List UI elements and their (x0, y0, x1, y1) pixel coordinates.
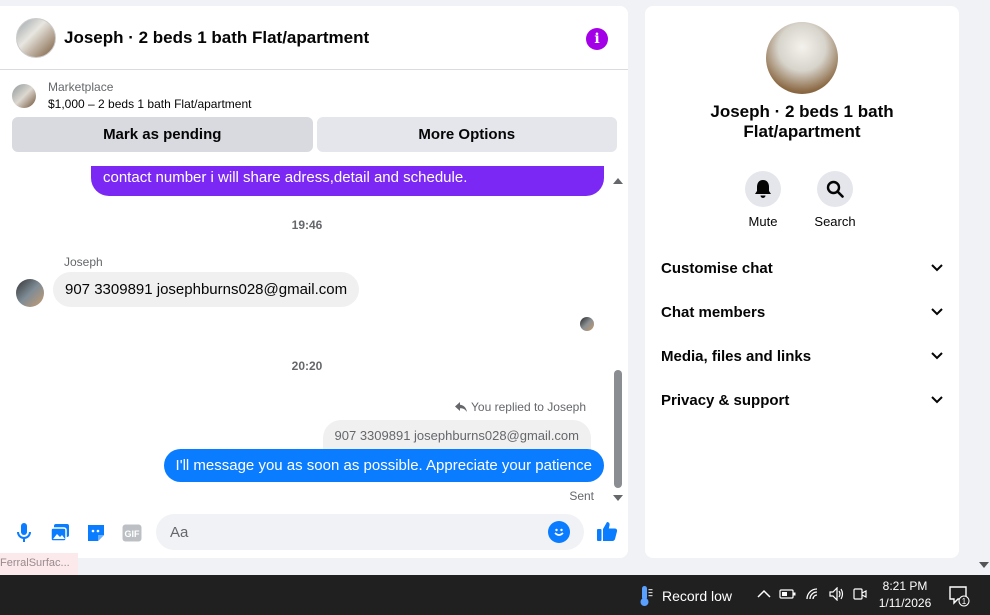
sticker-icon[interactable] (84, 521, 108, 545)
sender-avatar[interactable] (16, 279, 44, 307)
message-list: contact number i will share adress,detai… (0, 166, 628, 508)
message-scrollbar[interactable] (612, 176, 623, 501)
message-input[interactable] (170, 523, 548, 541)
more-options-button[interactable]: More Options (316, 117, 617, 152)
conversation-details-panel: Joseph · 2 beds 1 bath Flat/apartment Mu… (645, 6, 959, 558)
media-files-links-label: Media, files and links (661, 347, 812, 365)
customise-chat-item[interactable]: Customise chat (645, 246, 959, 290)
message-status: Sent (569, 489, 594, 503)
marketplace-label: Marketplace (48, 80, 114, 94)
reply-icon (455, 402, 468, 412)
battery-icon[interactable] (779, 588, 797, 600)
svg-text:GIF: GIF (125, 529, 141, 539)
timestamp: 19:46 (291, 218, 323, 232)
media-files-links-item[interactable]: Media, files and links (645, 334, 959, 378)
scroll-up-arrow[interactable] (613, 178, 623, 184)
thermometer-icon (640, 586, 653, 606)
chevron-up-icon[interactable] (757, 589, 771, 599)
conversation-title: Joseph · 2 beds 1 bath Flat/apartment (710, 102, 894, 141)
composer: GIF (0, 508, 628, 558)
page-scroll-down-arrow[interactable] (979, 562, 989, 568)
like-icon[interactable] (596, 520, 618, 547)
listing-price: $1,000 – 2 beds 1 bath Flat/apartment (48, 97, 252, 111)
clock[interactable]: 8:21 PM 1/11/2026 (873, 578, 937, 612)
chevron-down-icon (931, 264, 943, 272)
reply-label: You replied to Joseph (471, 400, 586, 414)
details-menu: Customise chat Chat members Media, files… (645, 246, 959, 422)
search-label: Search (814, 214, 856, 229)
chat-avatar[interactable] (16, 17, 56, 58)
search-icon (826, 180, 844, 198)
mark-as-pending-button[interactable]: Mark as pending (12, 117, 313, 152)
chat-members-label: Chat members (661, 303, 766, 321)
chat-header: Joseph · 2 beds 1 bath Flat/apartment i (0, 6, 628, 70)
emoji-icon[interactable] (548, 521, 570, 543)
volume-icon[interactable] (829, 587, 845, 601)
customise-chat-label: Customise chat (661, 259, 773, 277)
outgoing-message-bubble[interactable]: I'll message you as soon as possible. Ap… (163, 449, 604, 482)
mute-button[interactable]: Mute (745, 171, 781, 229)
chevron-down-icon (931, 308, 943, 316)
privacy-support-label: Privacy & support (661, 391, 790, 409)
chat-panel: Joseph · 2 beds 1 bath Flat/apartment i … (0, 6, 628, 558)
notification-center[interactable]: 1 (948, 585, 970, 612)
sender-name: Joseph (64, 255, 103, 269)
system-tray (757, 587, 867, 601)
notification-icon: 1 (949, 586, 970, 607)
overlay-tag: FerralSurfac... (0, 553, 78, 575)
chevron-down-icon (931, 352, 943, 360)
camera-icon[interactable] (853, 587, 867, 601)
mute-label: Mute (748, 214, 778, 229)
microphone-icon[interactable] (12, 521, 36, 545)
bell-icon (755, 180, 771, 198)
search-button[interactable]: Search (814, 171, 856, 229)
chat-members-item[interactable]: Chat members (645, 290, 959, 334)
timestamp: 20:20 (291, 359, 323, 373)
scroll-thumb[interactable] (614, 370, 622, 488)
listing-thumbnail (12, 84, 36, 108)
svg-text:1: 1 (962, 597, 967, 606)
incoming-message-bubble[interactable]: 907 3309891 josephburns028@gmail.com (53, 272, 360, 307)
message-input-box[interactable] (156, 514, 584, 550)
weather-label: Record low (662, 588, 733, 604)
taskbar: Record low 8:21 PM 1/11/2026 1 (0, 575, 990, 615)
outgoing-message-bubble[interactable]: contact number i will share adress,detai… (91, 166, 604, 196)
chat-title[interactable]: Joseph · 2 beds 1 bath Flat/apartment (64, 28, 369, 48)
info-icon[interactable]: i (586, 28, 608, 50)
reply-indicator: You replied to Joseph (455, 400, 586, 414)
chevron-down-icon (931, 396, 943, 404)
privacy-support-item[interactable]: Privacy & support (645, 378, 959, 422)
clock-date: 1/11/2026 (878, 596, 932, 610)
marketplace-banner[interactable]: Marketplace $1,000 – 2 beds 1 bath Flat/… (0, 70, 628, 111)
conversation-avatar[interactable] (766, 22, 838, 94)
weather-widget[interactable]: Record low (636, 585, 732, 607)
wifi-icon[interactable] (805, 587, 821, 601)
clock-time: 8:21 PM (882, 579, 928, 593)
seen-avatar (580, 317, 594, 331)
gif-icon[interactable]: GIF (120, 521, 144, 545)
image-icon[interactable] (48, 521, 72, 545)
scroll-down-arrow[interactable] (613, 495, 623, 501)
